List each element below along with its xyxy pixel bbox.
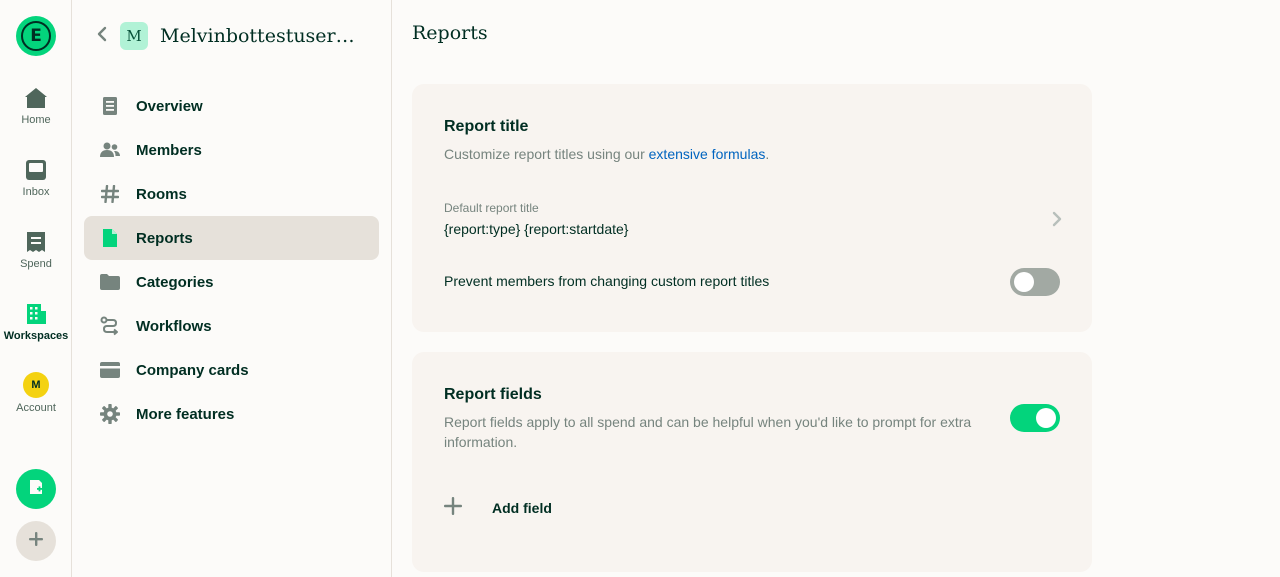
toggle-knob: [1036, 408, 1056, 428]
report-fields-heading: Report fields: [444, 386, 542, 403]
gear-icon: [100, 404, 120, 424]
rail-label-workspaces: Workspaces: [3, 330, 69, 342]
extensive-formulas-link[interactable]: extensive formulas: [649, 146, 766, 162]
file-icon: [100, 228, 120, 248]
toggle-knob: [1014, 272, 1034, 292]
report-fields-toggle[interactable]: [1010, 404, 1060, 432]
workspace-name: Melvinbottestuser+3...: [160, 25, 370, 47]
rail-label-home: Home: [21, 114, 51, 126]
rail-item-account[interactable]: M Account: [0, 372, 72, 428]
add-field-label: Add field: [492, 500, 552, 516]
rail-label-inbox: Inbox: [22, 186, 50, 198]
rail-label-account: Account: [16, 402, 56, 414]
nav-label-reports: Reports: [136, 229, 193, 247]
nav-item-reports[interactable]: Reports: [84, 216, 379, 260]
report-fields-description: Report fields apply to all spend and can…: [444, 414, 972, 450]
page-title: Reports: [412, 22, 488, 44]
default-report-title-label: Default report title: [444, 201, 539, 215]
rail-label-spend: Spend: [20, 258, 52, 270]
nav-item-more-features[interactable]: More features: [84, 392, 379, 436]
description-suffix: .: [765, 146, 770, 162]
users-icon: [100, 140, 120, 160]
building-icon: [24, 302, 48, 326]
nav-label-company-cards: Company cards: [136, 361, 249, 379]
nav-item-members[interactable]: Members: [84, 128, 379, 172]
nav-label-more-features: More features: [136, 405, 235, 423]
nav-item-overview[interactable]: Overview: [84, 84, 379, 128]
home-icon: [24, 86, 48, 110]
report-title-description: Customize report titles using our extens…: [444, 144, 769, 164]
nav-label-categories: Categories: [136, 273, 214, 291]
add-field-button[interactable]: Add field: [444, 492, 552, 524]
logo-letter: E: [21, 21, 51, 51]
expensify-logo[interactable]: E: [16, 16, 56, 56]
nav-item-categories[interactable]: Categories: [84, 260, 379, 304]
workspace-avatar: M: [120, 22, 148, 50]
nav-label-overview: Overview: [136, 97, 203, 115]
nav-item-company-cards[interactable]: Company cards: [84, 348, 379, 392]
default-report-title-row[interactable]: [428, 188, 1076, 250]
prevent-custom-titles-toggle[interactable]: [1010, 268, 1060, 296]
rail-item-inbox[interactable]: Inbox: [0, 158, 72, 214]
prevent-custom-titles-label: Prevent members from changing custom rep…: [444, 273, 770, 289]
hashtag-icon: [100, 184, 120, 204]
description-text: Customize report titles using our: [444, 146, 649, 162]
report-title-card: Report title Customize report titles usi…: [412, 84, 1092, 332]
inbox-icon: [24, 158, 48, 182]
nav-label-members: Members: [136, 141, 202, 159]
rail-item-workspaces[interactable]: Workspaces: [0, 302, 72, 358]
default-report-title-value: {report:type} {report:startdate}: [444, 221, 629, 237]
nav-item-rooms[interactable]: Rooms: [84, 172, 379, 216]
document-list-icon: [100, 96, 120, 116]
chevron-left-icon: [96, 26, 108, 47]
add-button[interactable]: [16, 521, 56, 561]
folder-icon: [100, 272, 120, 292]
report-fields-card: Report fields Report fields apply to all…: [412, 352, 1092, 572]
credit-card-icon: [100, 360, 120, 380]
account-avatar: M: [23, 372, 49, 398]
nav-label-workflows: Workflows: [136, 317, 212, 335]
report-title-heading: Report title: [444, 118, 529, 135]
rail-item-home[interactable]: Home: [0, 86, 72, 142]
new-expense-button[interactable]: [16, 469, 56, 509]
receipt-icon: [24, 230, 48, 254]
nav-label-rooms: Rooms: [136, 185, 187, 203]
workspace-header: M Melvinbottestuser+3...: [92, 16, 382, 56]
nav-item-workflows[interactable]: Workflows: [84, 304, 379, 348]
back-button[interactable]: [92, 26, 112, 46]
rail-item-spend[interactable]: Spend: [0, 230, 72, 286]
new-expense-icon: [28, 479, 44, 500]
workflow-icon: [100, 316, 120, 336]
plus-icon: [444, 496, 462, 520]
plus-icon: [28, 531, 44, 552]
chevron-right-icon: [1052, 211, 1062, 232]
left-rail: E Home Inbox Spend Workspaces M Account: [0, 0, 72, 577]
workspace-nav: M Melvinbottestuser+3... Overview Member…: [72, 0, 392, 577]
